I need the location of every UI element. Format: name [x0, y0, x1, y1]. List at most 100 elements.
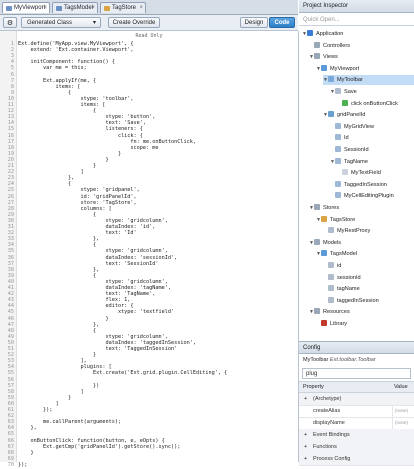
options-button[interactable]: ⚙	[3, 17, 17, 28]
tree-node[interactable]: ▼ gridPanelId	[323, 110, 414, 120]
config-filter-input[interactable]: plug	[302, 368, 411, 379]
tree-node[interactable]: SessionId	[330, 145, 414, 155]
property-value[interactable]: (none)	[392, 405, 414, 417]
design-button[interactable]: Design	[240, 17, 268, 28]
node-type-icon	[335, 146, 341, 152]
tab-label: TagsModel	[64, 5, 94, 11]
node-type-icon	[342, 99, 348, 106]
tree-node-label: TagsModel	[330, 251, 358, 258]
tree-node[interactable]: TaggedInSession	[330, 180, 414, 190]
create-override-button[interactable]: Create Override	[108, 17, 160, 28]
close-icon[interactable]: ×	[139, 3, 143, 14]
tree-node-label: Models	[323, 239, 342, 246]
tree-node[interactable]: ▼ TagsModel	[316, 249, 414, 259]
model-icon	[56, 6, 62, 11]
tree-node-label: Id	[344, 135, 349, 142]
expand-icon[interactable]: +	[304, 453, 307, 465]
tab-tagsmodel[interactable]: TagsModel ×	[52, 2, 98, 13]
tree-node[interactable]: ▼ Models	[309, 238, 414, 248]
tree-node-label: Library	[330, 321, 348, 327]
tree-node[interactable]: ▼ MyToolbar	[323, 75, 414, 86]
tree-node[interactable]: Controllers	[309, 41, 414, 51]
tree-node-label: sessionId	[337, 274, 361, 281]
close-icon[interactable]: ×	[91, 3, 95, 14]
property-value[interactable]: (none)	[392, 417, 414, 429]
tree-node[interactable]: ▼ TagName	[330, 157, 414, 167]
tree-node[interactable]: click onButtonClick	[337, 99, 414, 109]
value-column-header[interactable]: Value	[394, 382, 408, 392]
tree-node[interactable]: sessionId	[323, 273, 414, 283]
tree-node[interactable]: ▼ Save	[330, 87, 414, 97]
inspector-title: Project Inspector	[299, 0, 414, 13]
tree-node-label: tagName	[337, 286, 360, 293]
tree-node-label: click onButtonClick	[351, 100, 398, 107]
tree-node[interactable]: ▼ Views	[309, 52, 414, 62]
property-column-header[interactable]: Property	[303, 382, 324, 392]
config-component-label: MyToolbar Ext.toolbar.Toolbar	[299, 355, 414, 366]
node-type-icon	[328, 273, 334, 280]
node-type-icon	[335, 122, 341, 129]
tree-node[interactable]: ▼ Resources	[309, 307, 414, 317]
tree-node-label: MyCellEditingPlugin	[344, 193, 394, 200]
tree-node-label: Stores	[323, 205, 340, 211]
code-editor[interactable]: Read Only 1 Ext.define('MyApp.view.MyView…	[0, 31, 299, 468]
gear-icon: ⚙	[6, 20, 14, 27]
node-type-icon	[328, 262, 334, 268]
tree-node[interactable]: ▼ Application	[302, 29, 414, 39]
node-type-icon	[335, 88, 341, 94]
tree-node[interactable]: ▼ MyViewport	[316, 64, 414, 74]
editor-tab-bar: MyViewport × TagsModel × TagStore ×	[0, 0, 298, 15]
tree-node-label: MyTextField	[351, 170, 381, 177]
node-type-icon	[314, 41, 320, 48]
node-type-icon	[335, 192, 341, 199]
node-type-icon	[321, 320, 327, 326]
tab-myviewport[interactable]: MyViewport ×	[2, 2, 50, 13]
tree-node-label: MyRestProxy	[337, 228, 371, 235]
node-type-icon	[335, 134, 341, 141]
expand-icon[interactable]: +	[304, 393, 307, 405]
config-panel: Config MyToolbar Ext.toolbar.Toolbar plu…	[299, 341, 414, 466]
class-select[interactable]: Generated Class ▾	[21, 17, 101, 28]
node-type-icon	[314, 238, 320, 245]
code-line: 70});	[0, 462, 298, 469]
expand-icon[interactable]: +	[304, 429, 307, 441]
tree-node[interactable]: MyCellEditingPlugin	[330, 191, 414, 201]
tree-node-label: MyViewport	[330, 65, 360, 72]
tree-node[interactable]: tagName	[323, 284, 414, 294]
node-type-icon	[314, 204, 320, 210]
tab-label: TagStore	[112, 5, 137, 11]
tree-node[interactable]: Library	[316, 319, 414, 329]
code-button[interactable]: Code	[269, 17, 295, 28]
node-type-icon	[328, 227, 334, 234]
tree-node[interactable]: Id	[330, 133, 414, 143]
tree-node[interactable]: MyGridView	[330, 122, 414, 132]
node-type-icon	[335, 157, 341, 164]
node-type-icon	[328, 296, 334, 303]
tree-node[interactable]: id	[323, 261, 414, 271]
component-icon	[6, 6, 12, 11]
tree-node-label: taggedInSession	[337, 297, 379, 304]
property-name: createAlias	[313, 408, 341, 414]
tree-node-label: TaggedInSession	[344, 181, 387, 188]
expand-icon[interactable]: +	[304, 441, 307, 453]
node-type-icon	[328, 285, 334, 292]
tree-node[interactable]: ▼ Stores	[309, 203, 414, 213]
tab-tagstore[interactable]: TagStore ×	[100, 2, 146, 13]
tree-node-label: SessionId	[344, 147, 369, 153]
node-type-icon	[307, 30, 313, 36]
component-class: Ext.toolbar.Toolbar	[329, 357, 376, 363]
tree-node-label: Views	[323, 54, 338, 61]
node-type-icon	[321, 250, 327, 257]
tree-node[interactable]: MyTextField	[337, 168, 414, 178]
tree-node[interactable]: ▼ TagsStore	[316, 215, 414, 225]
tree-node-label: Controllers	[323, 42, 351, 49]
close-icon[interactable]: ×	[43, 3, 47, 14]
quick-open-input[interactable]: Quick Open...	[299, 14, 414, 26]
node-type-icon	[314, 53, 320, 60]
code-text: });	[18, 461, 28, 468]
tree-node[interactable]: taggedInSession	[323, 296, 414, 306]
tree-node-label: MyToolbar	[337, 77, 363, 84]
tree-node-label: gridPanelId	[337, 112, 366, 119]
tree-node[interactable]: MyRestProxy	[323, 226, 414, 236]
property-group-row[interactable]: + Process Config	[299, 453, 414, 466]
